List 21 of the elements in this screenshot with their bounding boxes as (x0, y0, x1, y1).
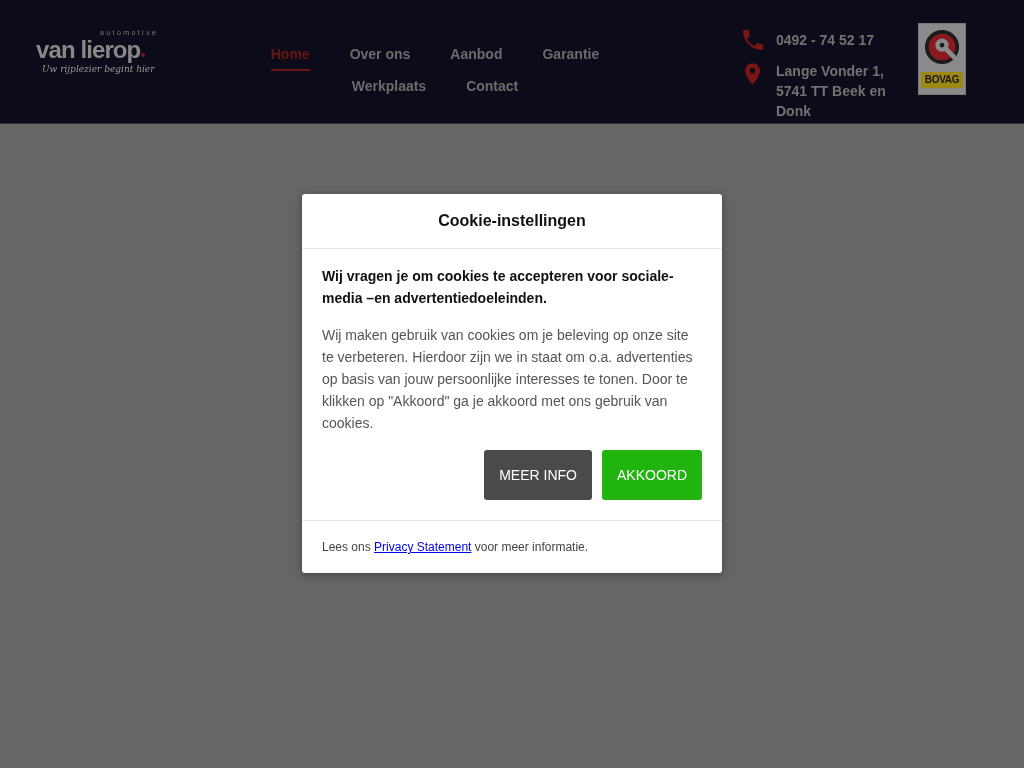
nav-link[interactable]: Aanbod (450, 44, 503, 71)
map-pin-icon (745, 63, 760, 85)
address-text: Lange Vonder 1, 5741 TT Beek en Donk (776, 62, 887, 121)
logo-name[interactable]: van lierop (36, 37, 141, 63)
nav-link[interactable]: Over ons (349, 44, 411, 71)
nav-link[interactable]: Contact (466, 76, 519, 103)
logo-dot-icon (141, 53, 146, 57)
logo-tagline: Uw rijplezier begint hier (42, 64, 155, 75)
nav-link[interactable]: Werkplaats (351, 76, 427, 103)
emblem-icon (923, 28, 961, 66)
dialog-lead-text: Wij vragen je om cookies te accepteren voor sociale-media –en advertentiedoeleinden. (322, 267, 675, 308)
privacy-note: Lees ons Privacy Statement voor meer informatie. (322, 539, 590, 556)
dialog-body-text: Wij maken gebruik van cookies om je beleving op onze site te verbeteren. Hierdoor zijn we in staat om o.a. advertenties op basis van jouw persoonlijke interesses te tonen. Door te klikken op "Akkoord" ga je akkoord met ons gebruik van cookies. (322, 326, 694, 433)
nav-link[interactable]: Garantie (542, 44, 600, 71)
dialog-title: Cookie-instellingen (438, 211, 586, 231)
phone-number[interactable]: 0492 - 74 52 17 (776, 30, 875, 50)
bovag-label: BOVAG (921, 72, 963, 88)
phone-icon (743, 30, 763, 50)
privacy-link[interactable]: Privacy Statement (374, 540, 472, 554)
more-info-button[interactable]: MEER INFO (484, 450, 592, 500)
accept-button[interactable]: AKKOORD (602, 450, 702, 500)
